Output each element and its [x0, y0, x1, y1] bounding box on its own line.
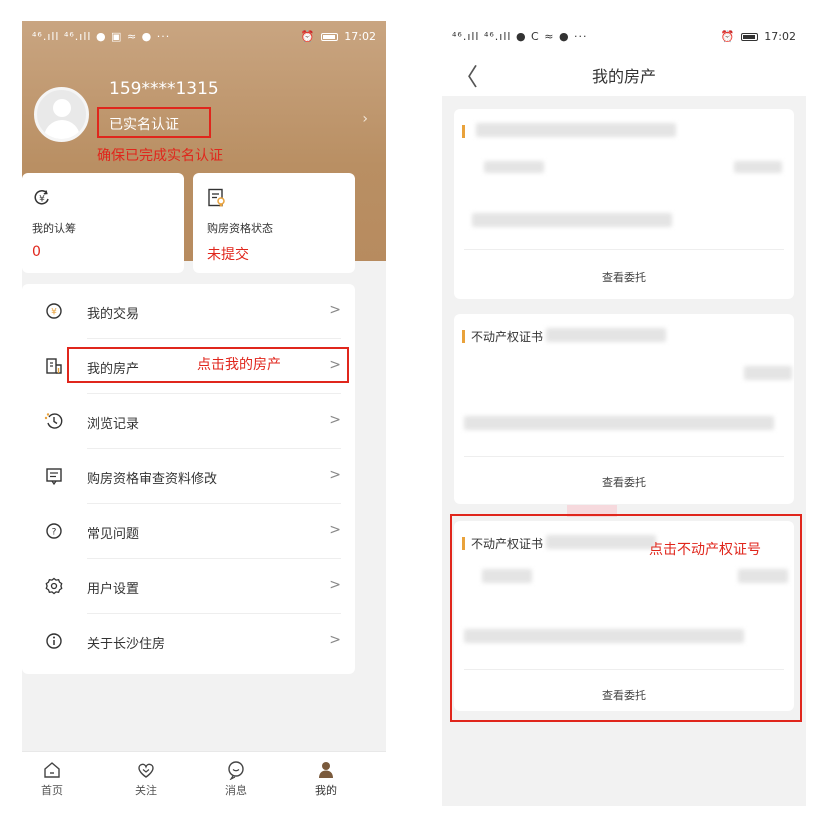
heart-icon — [138, 763, 154, 778]
blurred-text — [484, 161, 544, 173]
status-right: ⏰ 17:02 — [301, 30, 376, 43]
battery-icon — [320, 32, 338, 41]
menu-label: 常见问题 — [87, 527, 140, 542]
blurred-text — [734, 161, 782, 173]
profile-menu: ¥ 我的交易 > 我的房产 > 浏览记录 > 购房资格审查资料修改 > ? 常见… — [22, 284, 355, 674]
signal-indicators: ⁴⁶.ıll ⁴⁶.ıll ● ▣ ≈ ● ··· — [32, 29, 171, 43]
gear-icon — [45, 577, 63, 595]
menu-label: 我的交易 — [87, 307, 140, 322]
status-bar: ⁴⁶.ıll ⁴⁶.ıll ● C ≈ ● ··· ⏰ 17:02 — [442, 21, 806, 51]
avatar-body — [44, 120, 80, 139]
qualification-card[interactable]: 购房资格状态 未提交 — [193, 173, 355, 273]
battery-icon — [740, 32, 758, 41]
bottom-tab-bar: 首页 关注 消息 我的 — [22, 751, 386, 806]
property-card-header — [462, 123, 471, 139]
status-bar: ⁴⁶.ıll ⁴⁶.ıll ● ▣ ≈ ● ··· ⏰ 17:02 — [22, 21, 386, 51]
home-icon — [44, 762, 60, 778]
nav-bar: 〈 我的房产 — [442, 51, 806, 96]
property-card-header: 不动产权证书 — [462, 328, 543, 344]
view-entrust-link[interactable]: 查看委托 — [454, 269, 794, 285]
tab-home[interactable]: 首页 — [22, 760, 82, 798]
menu-label: 用户设置 — [87, 582, 140, 597]
info-icon — [46, 633, 62, 649]
status-right: ⏰ 17:02 — [721, 30, 796, 43]
avatar[interactable] — [34, 87, 89, 142]
card-value: 0 — [32, 244, 41, 260]
accent-bar — [462, 329, 465, 343]
chevron-right-icon: > — [329, 467, 341, 483]
user-phone: 159****1315 — [109, 79, 219, 99]
message-icon — [228, 761, 244, 780]
property-title: 不动产权证书 — [471, 329, 544, 344]
question-icon: ? — [46, 523, 62, 539]
status-time: 17:02 — [344, 29, 376, 43]
card-title: 购房资格状态 — [207, 222, 273, 235]
property-card[interactable]: 不动产权证书 查看委托 — [454, 314, 794, 504]
menu-label: 浏览记录 — [87, 417, 140, 432]
menu-label: 关于长沙住房 — [87, 637, 166, 652]
building-icon — [46, 358, 62, 374]
chevron-right-icon: > — [329, 632, 341, 648]
certificate-icon — [208, 188, 225, 207]
menu-label: 购房资格审查资料修改 — [87, 472, 218, 487]
blurred-text — [476, 123, 676, 137]
blurred-text — [472, 213, 672, 227]
menu-item-transactions[interactable]: ¥ 我的交易 > — [22, 284, 355, 339]
avatar-head — [53, 99, 71, 117]
menu-item-edit-qualification[interactable]: 购房资格审查资料修改 > — [22, 449, 355, 504]
menu-item-settings[interactable]: 用户设置 > — [22, 559, 355, 614]
annotation-realname: 确保已完成实名认证 — [97, 148, 223, 164]
chevron-right-icon: > — [329, 577, 341, 593]
chevron-right-icon: > — [329, 302, 341, 318]
subscription-card[interactable]: ¥ 我的认筹 0 — [22, 173, 184, 273]
card-value: 未提交 — [207, 247, 249, 263]
chevron-right-icon: > — [329, 522, 341, 538]
property-card[interactable]: 查看委托 — [454, 109, 794, 299]
svg-text:?: ? — [52, 528, 57, 538]
svg-text:¥: ¥ — [51, 308, 57, 318]
blurred-text — [464, 416, 774, 430]
yuan-circle-icon: ¥ — [46, 303, 62, 319]
alarm-icon: ⏰ — [300, 29, 315, 43]
tab-follow[interactable]: 关注 — [116, 760, 176, 798]
edit-doc-icon — [46, 468, 62, 486]
menu-item-history[interactable]: 浏览记录 > — [22, 394, 355, 449]
divider — [464, 456, 784, 457]
svg-text:¥: ¥ — [39, 195, 45, 205]
annotation-highlight-certificate — [450, 514, 802, 722]
verification-status[interactable]: 已实名认证 — [97, 107, 211, 138]
annotation-click-my-property: 点击我的房产 — [197, 357, 281, 373]
alarm-icon: ⏰ — [720, 29, 735, 43]
accent-bar — [462, 124, 465, 138]
tab-messages[interactable]: 消息 — [206, 760, 266, 798]
divider — [464, 249, 784, 250]
history-icon — [44, 413, 63, 429]
page-title: 我的房产 — [591, 67, 656, 86]
tab-label: 首页 — [41, 784, 63, 797]
tab-label: 关注 — [135, 784, 157, 797]
menu-item-faq[interactable]: ? 常见问题 > — [22, 504, 355, 559]
blurred-text — [744, 366, 792, 380]
tab-label: 消息 — [225, 784, 247, 797]
yuan-refresh-icon: ¥ — [34, 190, 49, 205]
tab-label: 我的 — [315, 784, 337, 797]
card-title: 我的认筹 — [32, 222, 76, 235]
chevron-right-icon: > — [329, 412, 341, 428]
view-entrust-link[interactable]: 查看委托 — [454, 474, 794, 490]
right-screen: ⁴⁶.ıll ⁴⁶.ıll ● C ≈ ● ··· ⏰ 17:02 〈 我的房产… — [442, 21, 806, 806]
profile-arrow-icon[interactable]: › — [362, 111, 368, 127]
tab-mine[interactable]: 我的 — [296, 760, 356, 798]
left-screen: ⁴⁶.ıll ⁴⁶.ıll ● ▣ ≈ ● ··· ⏰ 17:02 159***… — [22, 21, 386, 806]
user-icon — [319, 762, 333, 778]
menu-item-about[interactable]: 关于长沙住房 > — [22, 614, 355, 669]
status-time: 17:02 — [764, 29, 796, 43]
blurred-text — [546, 328, 666, 342]
signal-indicators: ⁴⁶.ıll ⁴⁶.ıll ● C ≈ ● ··· — [452, 29, 588, 43]
